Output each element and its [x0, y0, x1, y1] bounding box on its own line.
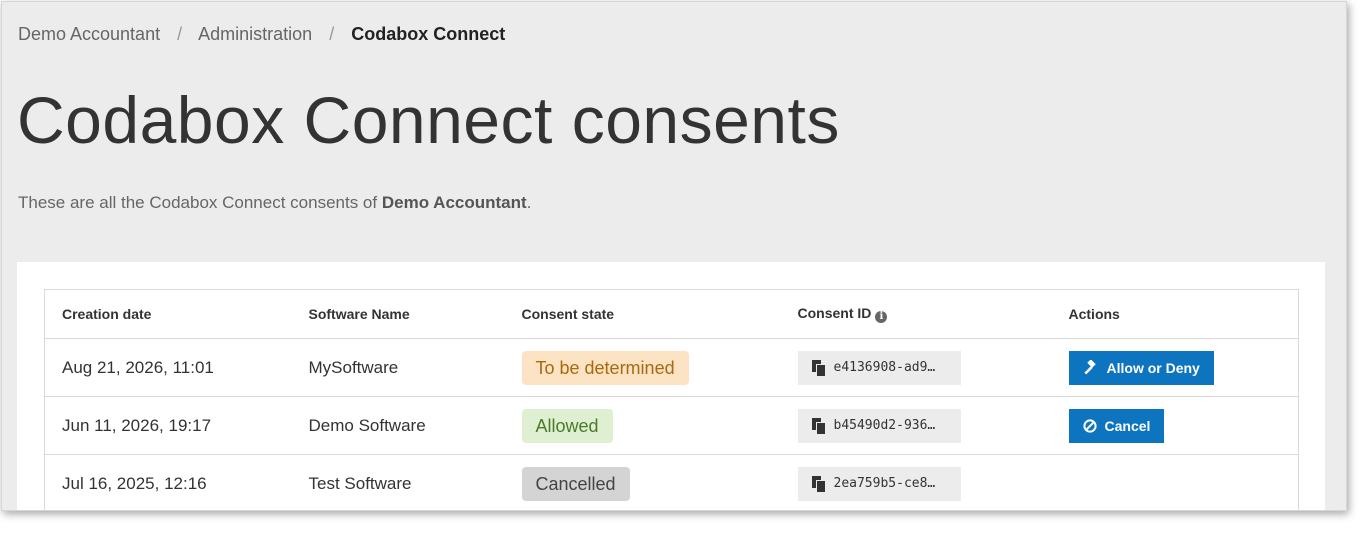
cell-creation-date: Jun 11, 2026, 19:17 [44, 396, 292, 455]
breadcrumb-item-demo-accountant[interactable]: Demo Accountant [18, 24, 160, 44]
consents-panel: Creation date Software Name Consent stat… [17, 262, 1325, 510]
copy-consent-id-button[interactable]: e4136908-ad9… [797, 350, 961, 385]
cell-consent-state: Allowed [504, 396, 781, 455]
table-header-row: Creation date Software Name Consent stat… [44, 289, 1299, 339]
ban-icon [1082, 418, 1097, 433]
gavel-icon [1083, 359, 1096, 374]
copy-icon [811, 417, 825, 434]
breadcrumb-separator: / [177, 24, 183, 44]
header-actions: Actions [1051, 289, 1299, 339]
cell-software-name: MySoftware [291, 338, 505, 397]
consent-id-text: 2ea759b5-ce8… [833, 476, 936, 491]
consent-id-text: b45490d2-936… [833, 418, 936, 433]
header-consent-id: Consent ID i [780, 289, 1052, 339]
status-badge: Cancelled [521, 466, 630, 501]
cell-consent-id: b45490d2-936… [780, 396, 1052, 455]
status-badge: To be determined [521, 350, 689, 385]
consent-id-text: e4136908-ad9… [833, 360, 936, 375]
allow-or-deny-button[interactable]: Allow or Deny [1068, 350, 1214, 385]
status-badge: Allowed [521, 408, 613, 443]
table-row: Jul 16, 2025, 12:16 Test Software Cancel… [44, 454, 1299, 510]
cancel-label: Cancel [1104, 417, 1151, 434]
cell-software-name: Test Software [291, 454, 505, 510]
intro-text: These are all the Codabox Connect consen… [18, 193, 531, 213]
copy-consent-id-button[interactable]: b45490d2-936… [797, 408, 961, 443]
cell-creation-date: Jul 16, 2025, 12:16 [44, 454, 292, 510]
cell-software-name: Demo Software [291, 396, 505, 455]
cell-consent-state: To be determined [504, 338, 781, 397]
header-software-name: Software Name [291, 289, 505, 339]
table-row: Jun 11, 2026, 19:17 Demo Software Allowe… [44, 396, 1299, 455]
intro-prefix: These are all the Codabox Connect consen… [18, 193, 382, 212]
app-window: Demo Accountant / Administration / Codab… [1, 1, 1347, 511]
header-consent-state: Consent state [504, 289, 781, 339]
breadcrumb-item-administration[interactable]: Administration [198, 24, 312, 44]
breadcrumb-current: Codabox Connect [351, 24, 506, 44]
intro-suffix: . [526, 193, 532, 212]
cell-consent-state: Cancelled [504, 454, 781, 510]
cell-consent-id: 2ea759b5-ce8… [780, 454, 1052, 510]
consents-table: Creation date Software Name Consent stat… [44, 289, 1299, 510]
page-title: Codabox Connect consents [17, 83, 840, 157]
cell-consent-id: e4136908-ad9… [780, 338, 1052, 397]
header-consent-id-label: Consent ID [797, 305, 872, 321]
cell-actions: Cancel [1051, 396, 1299, 455]
cell-actions: Allow or Deny [1051, 338, 1299, 397]
intro-org-name: Demo Accountant [381, 193, 527, 212]
header-creation-date: Creation date [44, 289, 292, 339]
table-row: Aug 21, 2026, 11:01 MySoftware To be det… [44, 338, 1299, 397]
info-icon[interactable]: i [875, 311, 888, 323]
copy-icon [811, 359, 825, 376]
allow-or-deny-label: Allow or Deny [1106, 359, 1200, 376]
cell-creation-date: Aug 21, 2026, 11:01 [44, 338, 292, 397]
breadcrumb-separator: / [329, 24, 335, 44]
cell-actions [1051, 454, 1299, 510]
breadcrumb: Demo Accountant / Administration / Codab… [18, 24, 505, 45]
copy-icon [811, 475, 825, 492]
cancel-button[interactable]: Cancel [1068, 408, 1165, 443]
copy-consent-id-button[interactable]: 2ea759b5-ce8… [797, 466, 961, 501]
